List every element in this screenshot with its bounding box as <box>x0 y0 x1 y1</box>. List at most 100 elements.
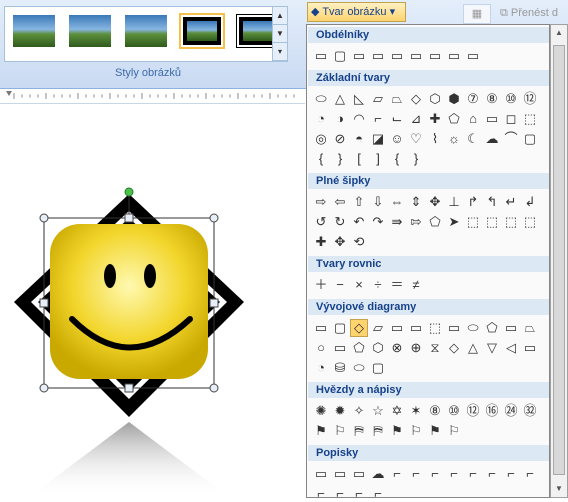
shape-option-icon[interactable]: ◠ <box>351 111 367 127</box>
shape-option-icon[interactable]: ⑦ <box>465 91 481 107</box>
shape-option-icon[interactable]: ◻ <box>503 111 519 127</box>
shape-option-icon[interactable]: ▢ <box>522 131 538 147</box>
picture-styles-gallery[interactable]: ▲ ▼ ▾ <box>4 6 288 62</box>
border-button[interactable]: ▦ <box>463 4 491 24</box>
shape-option-icon[interactable]: ↰ <box>484 194 500 210</box>
shape-option-icon[interactable]: ☁ <box>484 131 500 147</box>
shape-option-icon[interactable]: ⚑ <box>313 423 329 439</box>
shape-option-icon[interactable]: ⊕ <box>408 340 424 356</box>
shape-option-icon[interactable]: ⌂ <box>465 111 481 127</box>
shape-option-icon[interactable]: ⚑ <box>427 423 443 439</box>
shape-option-icon[interactable]: ▱ <box>370 91 386 107</box>
shape-option-icon[interactable]: } <box>408 151 424 167</box>
panel-scrollbar[interactable]: ▲ ▼ <box>550 24 568 498</box>
shape-option-icon[interactable]: ㉜ <box>522 403 538 419</box>
style-thumb[interactable] <box>125 15 167 47</box>
shape-option-icon[interactable]: ☺ <box>389 131 405 147</box>
shape-option-icon[interactable]: ⑫ <box>522 91 538 107</box>
shape-option-icon[interactable]: ⌐ <box>465 466 481 482</box>
resize-handle[interactable] <box>209 213 219 223</box>
shape-option-icon[interactable]: ≠ <box>408 277 424 293</box>
shape-option-icon[interactable]: ⌐ <box>370 486 386 502</box>
shape-option-icon[interactable]: ⬡ <box>370 340 386 356</box>
shape-option-icon[interactable]: △ <box>332 91 348 107</box>
gallery-more-icon[interactable]: ▾ <box>273 43 287 61</box>
resize-handle[interactable] <box>209 383 219 393</box>
style-thumb[interactable] <box>69 15 111 47</box>
shape-option-icon[interactable]: ⇔ <box>389 194 405 210</box>
shape-option-icon[interactable]: ⛿ <box>351 423 367 439</box>
shape-option-icon[interactable]: ⌐ <box>484 466 500 482</box>
resize-handle[interactable] <box>124 213 134 223</box>
shape-option-icon[interactable]: ⚐ <box>408 423 424 439</box>
gallery-down-icon[interactable]: ▼ <box>273 25 287 43</box>
shape-option-icon[interactable]: − <box>332 277 348 293</box>
shape-option-icon[interactable]: ▢ <box>332 48 348 64</box>
shape-option-icon[interactable]: ☆ <box>370 403 386 419</box>
resize-handle[interactable] <box>39 383 49 393</box>
shape-option-icon[interactable]: ▭ <box>313 320 329 336</box>
shape-option-icon[interactable]: ⬠ <box>351 340 367 356</box>
shape-option-icon[interactable]: ÷ <box>370 277 386 293</box>
shape-option-icon[interactable]: ▭ <box>389 320 405 336</box>
shape-option-icon[interactable]: ◇ <box>350 319 368 337</box>
shape-option-icon[interactable]: ✶ <box>408 403 424 419</box>
shape-option-icon[interactable]: ▭ <box>522 340 538 356</box>
shape-option-icon[interactable]: ▭ <box>313 48 329 64</box>
shape-option-icon[interactable]: ✚ <box>313 234 329 250</box>
shape-option-icon[interactable]: ⇨ <box>313 194 329 210</box>
shape-option-icon[interactable]: ⬚ <box>427 320 443 336</box>
shape-option-icon[interactable]: ◔ <box>313 360 329 376</box>
shape-option-icon[interactable]: ▭ <box>446 320 462 336</box>
shape-option-icon[interactable]: ⬢ <box>446 91 462 107</box>
shape-option-icon[interactable]: ⏢ <box>522 320 538 336</box>
shape-option-icon[interactable]: ↵ <box>503 194 519 210</box>
shape-option-icon[interactable]: ▭ <box>465 48 481 64</box>
shape-option-icon[interactable]: ⬚ <box>522 111 538 127</box>
shape-option-icon[interactable]: ⑯ <box>484 403 500 419</box>
shape-option-icon[interactable]: ⚑ <box>389 423 405 439</box>
shape-option-icon[interactable]: ⊿ <box>408 111 424 127</box>
resize-handle[interactable] <box>209 298 219 308</box>
horizontal-ruler[interactable] <box>0 89 305 104</box>
shape-option-icon[interactable]: ✧ <box>351 403 367 419</box>
shape-option-icon[interactable]: ⬠ <box>484 320 500 336</box>
shape-option-icon[interactable]: ⌐ <box>503 466 519 482</box>
shape-option-icon[interactable]: ▭ <box>484 111 500 127</box>
shape-option-icon[interactable]: ⑧ <box>484 91 500 107</box>
shape-option-icon[interactable]: ⧖ <box>427 340 443 356</box>
shape-option-icon[interactable]: ] <box>370 151 386 167</box>
shape-option-icon[interactable]: ✺ <box>313 403 329 419</box>
shape-option-icon[interactable]: ⌐ <box>408 466 424 482</box>
shape-option-icon[interactable]: ⌐ <box>313 486 329 502</box>
shape-option-icon[interactable]: ☾ <box>465 131 481 147</box>
shape-option-icon[interactable]: △ <box>465 340 481 356</box>
shape-option-icon[interactable]: ↷ <box>370 214 386 230</box>
shape-option-icon[interactable]: ▭ <box>446 48 462 64</box>
shape-option-icon[interactable]: ▭ <box>351 48 367 64</box>
shape-option-icon[interactable]: ⌐ <box>446 466 462 482</box>
shape-option-icon[interactable]: ☼ <box>446 131 462 147</box>
scroll-down-icon[interactable]: ▼ <box>551 481 567 497</box>
shape-option-icon[interactable]: ✥ <box>427 194 443 210</box>
shape-option-icon[interactable]: ⬭ <box>313 91 329 107</box>
shape-option-icon[interactable]: ▢ <box>370 360 386 376</box>
scroll-thumb[interactable] <box>553 45 565 475</box>
shape-option-icon[interactable]: ▭ <box>370 48 386 64</box>
shape-option-icon[interactable]: ⊥ <box>446 194 462 210</box>
shape-option-icon[interactable]: ⇕ <box>408 194 424 210</box>
resize-handle[interactable] <box>124 383 134 393</box>
shape-option-icon[interactable]: ＋ <box>313 277 329 293</box>
shape-option-icon[interactable]: ✡ <box>389 403 405 419</box>
shape-option-icon[interactable]: ⬭ <box>465 320 481 336</box>
shape-option-icon[interactable]: ⬚ <box>522 214 538 230</box>
shape-option-icon[interactable]: [ <box>351 151 367 167</box>
shape-option-icon[interactable]: ◁ <box>503 340 519 356</box>
style-thumb[interactable] <box>179 13 225 49</box>
shape-option-icon[interactable]: ⛿ <box>370 423 386 439</box>
shape-option-icon[interactable]: ⬚ <box>465 214 481 230</box>
shape-option-icon[interactable]: ◪ <box>370 131 386 147</box>
shape-option-icon[interactable]: ◔ <box>313 111 329 127</box>
shape-option-icon[interactable]: ✚ <box>427 111 443 127</box>
scroll-up-icon[interactable]: ▲ <box>551 25 567 41</box>
